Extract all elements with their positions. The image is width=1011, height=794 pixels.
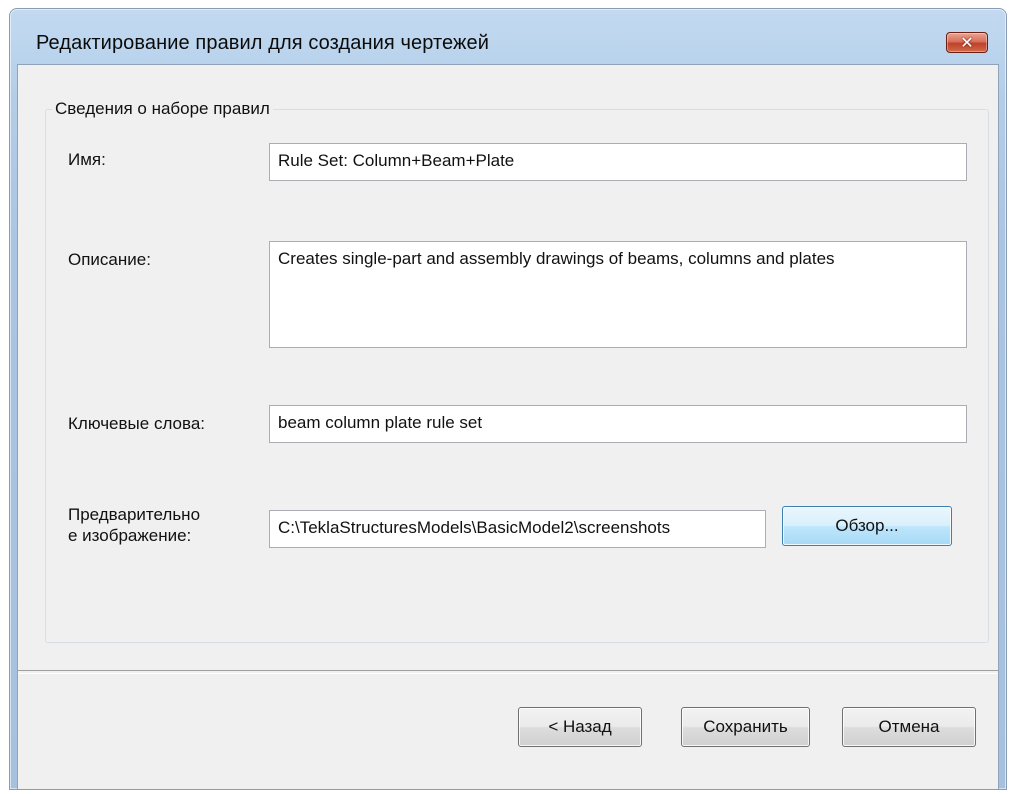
close-icon: ✕ [960, 32, 974, 52]
close-button[interactable]: ✕ [946, 32, 988, 53]
dialog-title: Редактирование правил для создания черте… [36, 32, 490, 54]
back-button[interactable]: < Назад [518, 707, 642, 747]
keywords-field[interactable]: beam column plate rule set [269, 405, 967, 443]
dialog-client-area: Сведения о наборе правил Имя: Rule Set: … [17, 64, 999, 789]
save-button[interactable]: Сохранить [681, 707, 810, 747]
browse-button[interactable]: Обзор... [782, 506, 952, 546]
cancel-button[interactable]: Отмена [842, 707, 976, 747]
group-legend: Сведения о наборе правил [52, 99, 273, 119]
footer-separator [18, 670, 998, 674]
description-label: Описание: [68, 250, 151, 269]
dialog-window: Редактирование правил для создания черте… [9, 8, 1007, 790]
description-field[interactable]: Creates single-part and assembly drawing… [269, 241, 967, 348]
preview-label-line1: Предварительно [68, 505, 201, 524]
keywords-label: Ключевые слова: [68, 414, 206, 433]
name-field[interactable]: Rule Set: Column+Beam+Plate [269, 143, 967, 181]
rule-set-info-group [45, 109, 989, 643]
name-label: Имя: [68, 150, 106, 169]
preview-label-line2: е изображение: [68, 526, 192, 545]
preview-path-field[interactable]: C:\TeklaStructuresModels\BasicModel2\scr… [269, 510, 766, 548]
preview-label: Предварительно е изображение: [68, 504, 200, 546]
